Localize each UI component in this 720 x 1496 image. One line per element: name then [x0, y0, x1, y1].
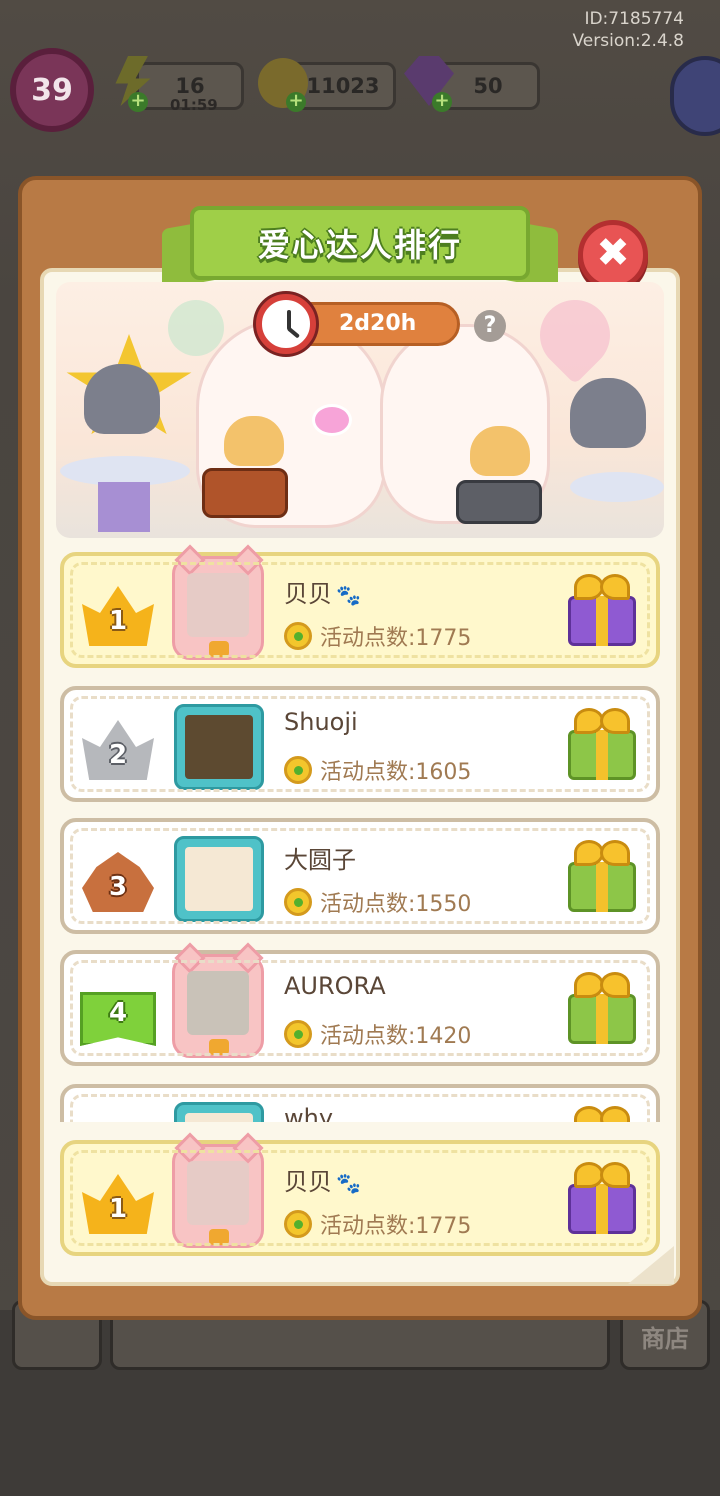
- green-gift-icon[interactable]: [564, 836, 640, 914]
- player-level-badge[interactable]: 39: [10, 48, 94, 132]
- energy-value: 16: [175, 74, 205, 98]
- clover-icon: [284, 888, 312, 916]
- help-button[interactable]: ?: [474, 310, 506, 342]
- clock-icon: [256, 294, 316, 354]
- player-id: ID:7185774: [584, 9, 684, 29]
- leaderboard-row-5-partial[interactable]: why: [56, 1084, 664, 1122]
- rank-number: 3: [108, 872, 128, 902]
- paw-icon: 🐾: [336, 1171, 361, 1195]
- banner-balloon-decoration: [168, 300, 224, 356]
- banner-orange-kitten-2: [470, 426, 530, 476]
- banner-cat-tower-post: [98, 482, 150, 532]
- activity-points-text: 活动点数:1550: [320, 892, 472, 917]
- banner-grey-cat-left: [84, 364, 160, 434]
- silver-crown-icon: 2: [80, 710, 160, 780]
- add-coins-icon[interactable]: +: [286, 92, 306, 112]
- purple-gift-icon[interactable]: [564, 570, 640, 648]
- rank-number: 2: [108, 740, 128, 770]
- player-name: 贝贝 🐾: [284, 1162, 361, 1197]
- activity-points-text: 活动点数:1775: [320, 1214, 472, 1239]
- leaderboard-row-4[interactable]: 4 AURORA 活动点数:1420: [60, 942, 660, 1066]
- green-gift-icon[interactable]: [564, 1102, 640, 1122]
- leaderboard-row-5[interactable]: why: [60, 1084, 660, 1122]
- player-name: 大圆子: [284, 846, 356, 874]
- activity-points-text: 活动点数:1420: [320, 1024, 472, 1049]
- bronze-crown-icon: 3: [80, 842, 160, 912]
- activity-points: 活动点数:1420: [284, 1018, 471, 1050]
- gold-crown-icon: 1: [80, 1164, 160, 1234]
- leaderboard-row-3[interactable]: 3 大圆子 活动点数:1550: [60, 818, 660, 934]
- banner-orange-kitten: [224, 416, 284, 466]
- activity-points-text: 活动点数:1775: [320, 626, 472, 651]
- banner-cat-tower-right: [570, 472, 664, 502]
- activity-points: 活动点数:1605: [284, 754, 471, 786]
- paw-icon: 🐾: [336, 583, 361, 607]
- rank-number: 1: [108, 1194, 128, 1224]
- energy-timer: 01:59: [170, 96, 218, 114]
- add-gems-icon[interactable]: +: [432, 92, 452, 112]
- banner-food-bowl: [202, 468, 288, 518]
- activity-points-text: 活动点数:1605: [320, 760, 472, 785]
- clover-icon: [284, 1020, 312, 1048]
- event-timer-value: 2d20h: [339, 311, 417, 336]
- add-energy-icon[interactable]: +: [128, 92, 148, 112]
- lock-icon: [209, 1039, 229, 1055]
- purple-gift-icon[interactable]: [564, 1158, 640, 1236]
- player-name-text: 贝贝: [284, 580, 332, 608]
- banner-pink-heart: [312, 404, 352, 436]
- avatar[interactable]: [174, 704, 264, 790]
- lock-icon: [209, 641, 229, 657]
- build-info: ID:7185774 Version:2.4.8: [573, 8, 685, 52]
- panel-title-ribbon: 爱心达人排行: [190, 206, 530, 280]
- green-gift-icon[interactable]: [564, 704, 640, 782]
- avatar[interactable]: [172, 1132, 264, 1248]
- player-name: Shuoji: [284, 708, 358, 736]
- activity-points: 活动点数:1550: [284, 886, 471, 918]
- avatar[interactable]: [174, 836, 264, 922]
- banner-grey-cat-right: [570, 378, 646, 448]
- player-name: 贝贝 🐾: [284, 574, 361, 609]
- rank-number: 1: [108, 606, 128, 636]
- leaderboard-row-1[interactable]: 1 贝贝 🐾 活动点数:1775: [60, 544, 660, 668]
- avatar[interactable]: [172, 544, 264, 660]
- panel-title: 爱心达人排行: [257, 226, 462, 264]
- close-button[interactable]: ✖: [578, 220, 648, 290]
- clover-icon: [284, 1210, 312, 1238]
- gem-value: 50: [473, 74, 503, 98]
- avatar[interactable]: [174, 1102, 264, 1122]
- leaderboard-row-2[interactable]: 2 Shuoji 活动点数:1605: [60, 686, 660, 802]
- activity-points: 活动点数:1775: [284, 620, 471, 652]
- green-flag-icon: 4: [80, 974, 160, 1046]
- lock-icon: [209, 1229, 229, 1245]
- green-gift-icon[interactable]: [564, 968, 640, 1046]
- banner-grey-bowl: [456, 480, 542, 524]
- activity-points: 活动点数:1775: [284, 1208, 471, 1240]
- avatar[interactable]: [172, 942, 264, 1058]
- green-flag-icon: [80, 1108, 160, 1122]
- player-name: why: [284, 1104, 334, 1122]
- clover-icon: [284, 756, 312, 784]
- player-name-text: 贝贝: [284, 1168, 332, 1196]
- gold-crown-icon: 1: [80, 576, 160, 646]
- rank-number: 4: [108, 998, 128, 1028]
- my-rank-row[interactable]: 1 贝贝 🐾 活动点数:1775: [60, 1132, 660, 1256]
- coin-value: 11023: [306, 74, 380, 98]
- player-name: AURORA: [284, 972, 386, 1000]
- clover-icon: [284, 622, 312, 650]
- version-label: Version:2.4.8: [572, 31, 685, 51]
